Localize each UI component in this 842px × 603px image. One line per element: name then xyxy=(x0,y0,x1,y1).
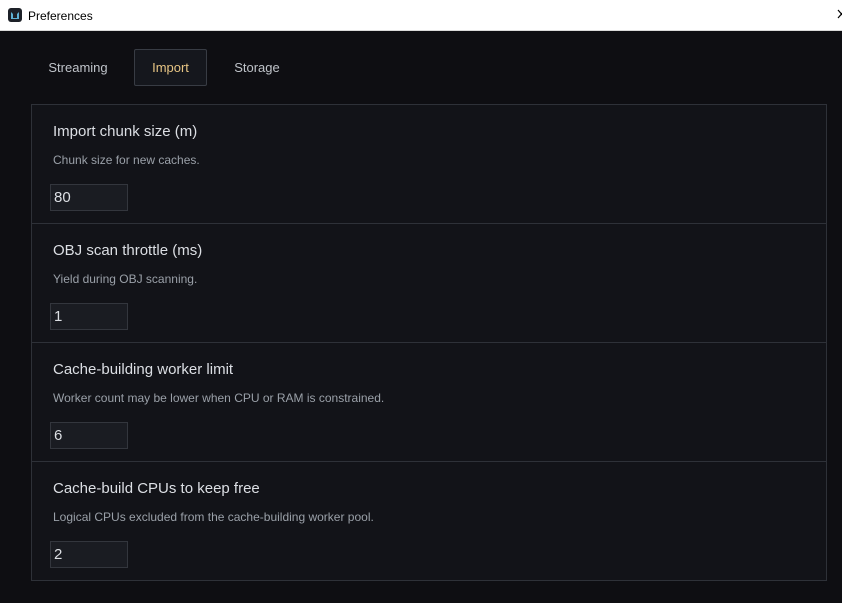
setting-label: Cache-build CPUs to keep free xyxy=(53,480,260,497)
tab-import[interactable]: Import xyxy=(134,49,207,86)
setting-label: OBJ scan throttle (ms) xyxy=(53,242,203,259)
import-settings-panel: Import chunk size (m) Chunk size for new… xyxy=(31,104,827,581)
setting-description: Logical CPUs excluded from the cache-bui… xyxy=(53,510,374,524)
setting-import-chunk-size: Import chunk size (m) Chunk size for new… xyxy=(32,105,826,224)
setting-obj-scan-throttle: OBJ scan throttle (ms) Yield during OBJ … xyxy=(32,224,826,343)
worker-limit-input[interactable] xyxy=(50,422,128,449)
app-icon xyxy=(8,8,22,22)
setting-worker-limit: Cache-building worker limit Worker count… xyxy=(32,343,826,462)
setting-label: Cache-building worker limit xyxy=(53,361,234,378)
cpus-keep-free-input[interactable] xyxy=(50,541,128,568)
tab-streaming[interactable]: Streaming xyxy=(36,49,120,86)
setting-description: Chunk size for new caches. xyxy=(53,153,200,167)
setting-cpus-keep-free: Cache-build CPUs to keep free Logical CP… xyxy=(32,462,826,581)
window-title: Preferences xyxy=(28,9,93,23)
import-chunk-size-input[interactable] xyxy=(50,184,128,211)
title-bar: Preferences xyxy=(0,0,842,31)
setting-description: Worker count may be lower when CPU or RA… xyxy=(53,391,385,405)
obj-scan-throttle-input[interactable] xyxy=(50,303,128,330)
setting-label: Import chunk size (m) xyxy=(53,123,198,140)
tab-storage[interactable]: Storage xyxy=(220,49,294,86)
tab-bar: Streaming Import Storage xyxy=(0,31,842,101)
setting-description: Yield during OBJ scanning. xyxy=(53,272,198,286)
close-icon[interactable] xyxy=(833,6,842,24)
